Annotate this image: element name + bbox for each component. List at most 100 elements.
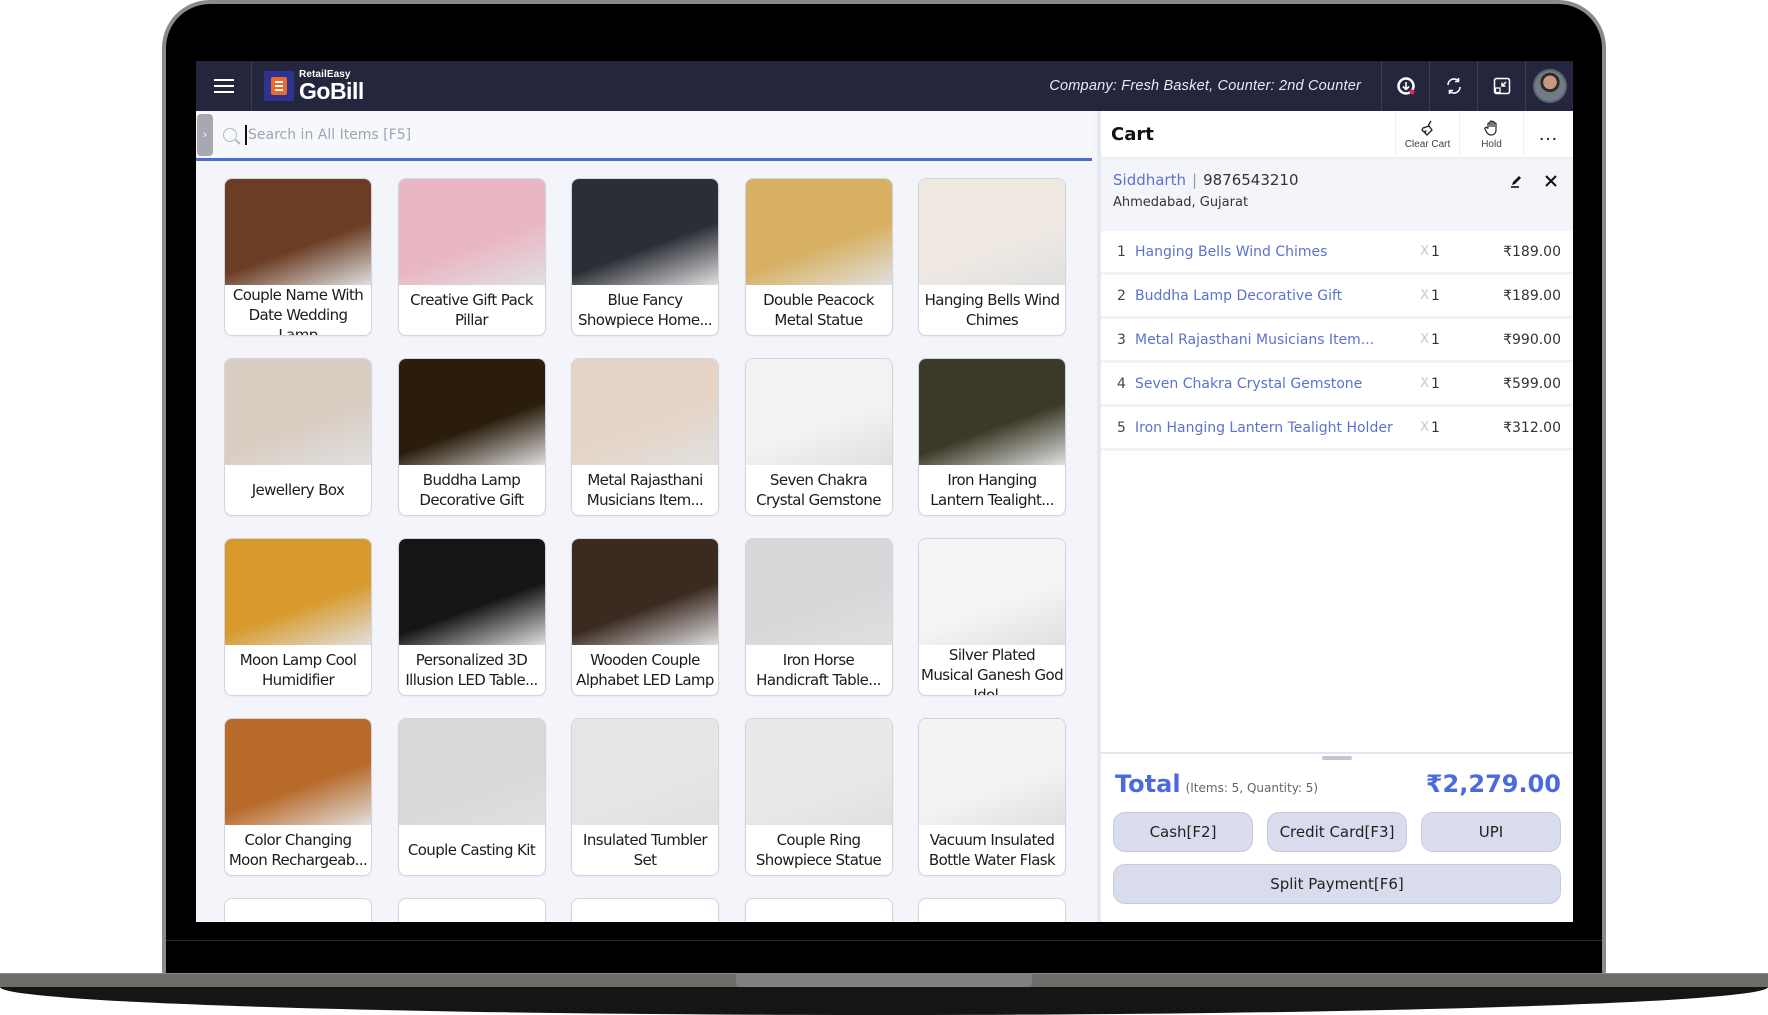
hold-button[interactable]: Hold — [1459, 111, 1523, 157]
product-tile[interactable]: Double Peacock Metal Statue — [744, 178, 893, 336]
product-name: Insulated Tumbler Set — [583, 831, 708, 869]
bezel-divider — [166, 940, 1602, 941]
menu-button[interactable] — [196, 61, 252, 111]
product-tile[interactable]: Wooden Couple Alphabet LED Lamp — [571, 538, 719, 696]
cart-row[interactable]: 2 Buddha Lamp Decorative Gift X 1 ₹189.00 — [1101, 275, 1573, 319]
product-image — [225, 539, 371, 645]
product-image — [919, 719, 1065, 825]
cart-row[interactable]: 1 Hanging Bells Wind Chimes X 1 ₹189.00 — [1101, 231, 1573, 275]
customer-address: Ahmedabad, Gujarat — [1113, 195, 1249, 210]
ellipsis-icon: … — [1538, 122, 1559, 145]
product-grid: Couple Name With Date Wedding Lamp Creati… — [224, 178, 1066, 922]
cart-items-list: 1 Hanging Bells Wind Chimes X 1 ₹189.00 2 Budd… — [1101, 231, 1573, 451]
product-tile[interactable]: Jewellery Box — [224, 358, 372, 516]
cart-row[interactable]: 3 Metal Rajasthani Musicians Item... X 1 ₹99… — [1101, 319, 1573, 363]
product-tile-partial[interactable] — [571, 898, 719, 922]
product-tile[interactable]: Couple Name With Date Wedding Lamp — [224, 178, 372, 336]
product-tile[interactable]: Moon Lamp Cool Humidifier — [224, 538, 372, 696]
credit-card-button[interactable]: Credit Card[F3] — [1267, 812, 1407, 852]
cart-footer: Total (Items: 5, Quantity: 5) ₹2,279.00 … — [1101, 752, 1573, 922]
product-tile[interactable]: Vacuum Insulated Bottle Water Flask — [918, 718, 1066, 876]
product-image — [398, 539, 545, 645]
upi-button[interactable]: UPI — [1421, 812, 1561, 852]
split-payment-button[interactable]: Split Payment[F6] — [1113, 864, 1561, 904]
cart-row-name: Buddha Lamp Decorative Gift — [1135, 287, 1343, 304]
product-tile[interactable]: Blue Fancy Showpiece Home... — [571, 178, 719, 336]
product-name: Personalized 3D Illusion LED Table... — [405, 651, 538, 689]
close-icon — [1545, 175, 1557, 187]
product-name: Creative Gift Pack Pillar — [410, 291, 533, 329]
product-tile[interactable]: Iron Horse Handicraft Table... — [744, 538, 893, 696]
product-tile-partial[interactable] — [744, 898, 893, 922]
hamburger-icon — [213, 85, 234, 87]
more-options-button[interactable]: … — [1523, 111, 1573, 157]
customer-card: Siddharth | 9876543210 Ahmedabad, Gujarat — [1101, 159, 1573, 231]
laptop-base-shadow — [0, 987, 1768, 1015]
hold-label: Hold — [1481, 138, 1502, 150]
search-bar: › — [196, 111, 1092, 161]
cart-row-name: Iron Hanging Lantern Tealight Holder — [1135, 419, 1393, 436]
product-tile-partial[interactable] — [224, 898, 372, 922]
search-input[interactable] — [245, 124, 745, 145]
refresh-button[interactable] — [1429, 61, 1477, 111]
product-image — [745, 539, 892, 645]
multiply-icon: X — [1420, 420, 1429, 435]
product-name: Moon Lamp Cool Humidifier — [239, 651, 357, 689]
search-icon — [223, 127, 237, 142]
expand-sidebar-toggle[interactable]: › — [197, 113, 213, 156]
product-tile-partial[interactable] — [918, 898, 1066, 922]
cart-row-number: 5 — [1117, 419, 1126, 436]
product-name: Couple Ring Showpiece Statue — [755, 831, 882, 869]
chevron-right-icon: › — [203, 128, 207, 141]
product-tile-partial[interactable] — [397, 898, 546, 922]
clear-cart-button[interactable]: Clear Cart — [1395, 111, 1459, 157]
cart-row[interactable]: 5 Iron Hanging Lantern Tealight Holder X 1 ₹… — [1101, 407, 1573, 451]
cart-row-number: 1 — [1117, 243, 1126, 260]
product-image — [225, 359, 371, 465]
product-image — [225, 719, 371, 825]
cart-row-price: ₹189.00 — [1503, 287, 1561, 304]
product-image — [572, 359, 718, 465]
product-tile[interactable]: Couple Ring Showpiece Statue — [744, 718, 893, 876]
product-name: Couple Casting Kit — [407, 841, 536, 859]
user-avatar — [1532, 69, 1567, 103]
product-tile[interactable]: Buddha Lamp Decorative Gift — [397, 358, 546, 516]
sync-download-icon — [1396, 77, 1415, 95]
product-tile[interactable]: Metal Rajasthani Musicians Item... — [571, 358, 719, 516]
edit-customer-button[interactable] — [1507, 171, 1527, 191]
product-tile[interactable]: Silver Plated Musical Ganesh God Idol... — [918, 538, 1066, 696]
product-tile[interactable]: Color Changing Moon Rechargeab... — [224, 718, 372, 876]
product-image — [398, 719, 545, 825]
product-name: Vacuum Insulated Bottle Water Flask — [928, 831, 1056, 869]
cart-row-name: Seven Chakra Crystal Gemstone — [1135, 375, 1363, 392]
profile-button[interactable] — [1525, 61, 1573, 111]
product-image — [745, 359, 892, 465]
company-counter-info: Company: Fresh Basket, Counter: 2nd Coun… — [1049, 78, 1361, 94]
customer-phone: 9876543210 — [1203, 171, 1299, 189]
product-tile[interactable]: Personalized 3D Illusion LED Table... — [397, 538, 546, 696]
app-header: RetailEasy GoBill Company: Fresh Basket,… — [196, 61, 1573, 111]
customer-name[interactable]: Siddharth — [1113, 171, 1186, 189]
product-tile[interactable]: Hanging Bells Wind Chimes — [918, 178, 1066, 336]
cart-row-qty: 1 — [1431, 419, 1440, 436]
footer-drag-handle[interactable] — [1322, 756, 1352, 760]
product-tile[interactable]: Iron Hanging Lantern Tealight... — [918, 358, 1066, 516]
exit-fullscreen-icon — [1493, 77, 1510, 95]
sync-button[interactable] — [1381, 61, 1429, 111]
product-tile[interactable]: Insulated Tumbler Set — [571, 718, 719, 876]
cart-row[interactable]: 4 Seven Chakra Crystal Gemstone X 1 ₹599.00 — [1101, 363, 1573, 407]
product-name: Double Peacock Metal Statue — [763, 291, 874, 329]
product-image — [398, 359, 545, 465]
cart-row-number: 2 — [1117, 287, 1126, 304]
cart-row-price: ₹990.00 — [1503, 331, 1561, 348]
cash-button[interactable]: Cash[F2] — [1113, 812, 1253, 852]
product-tile[interactable]: Couple Casting Kit — [397, 718, 546, 876]
pos-app: RetailEasy GoBill Company: Fresh Basket,… — [196, 61, 1573, 922]
exit-fullscreen-button[interactable] — [1477, 61, 1525, 111]
product-image — [572, 179, 718, 285]
clear-cart-label: Clear Cart — [1404, 138, 1451, 150]
remove-customer-button[interactable] — [1541, 171, 1561, 191]
product-name: Silver Plated Musical Ganesh God Idol... — [921, 646, 1064, 696]
product-tile[interactable]: Creative Gift Pack Pillar — [397, 178, 546, 336]
product-tile[interactable]: Seven Chakra Crystal Gemstone — [744, 358, 893, 516]
